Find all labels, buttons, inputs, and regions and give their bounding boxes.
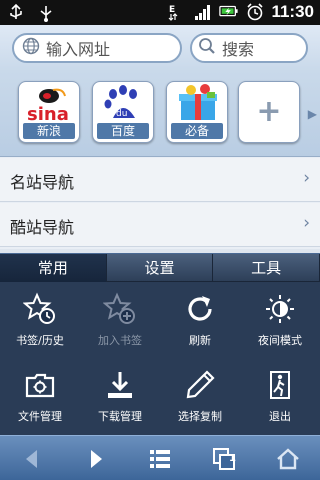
- tab-tools[interactable]: 工具: [213, 254, 320, 282]
- tab-settings[interactable]: 设置: [106, 254, 214, 282]
- nav-row-label: 酷站导航: [10, 218, 75, 237]
- menu-item-label: 文件管理: [18, 410, 62, 423]
- search-input[interactable]: 搜索: [190, 33, 308, 63]
- menu-item-bookmarks-history[interactable]: 书签/历史: [0, 284, 80, 354]
- menu-item-night-mode[interactable]: 夜间模式: [240, 284, 320, 354]
- menu-item-label: 书签/历史: [16, 334, 64, 347]
- globe-icon: [22, 37, 40, 59]
- home-button[interactable]: [256, 436, 320, 480]
- quick-link-label: 百度: [97, 123, 149, 139]
- screen: E 11:30 输入网址 搜索 sina 新浪 du 百度 必备 + ▶ 名站导…: [0, 0, 320, 480]
- quick-link-add[interactable]: +: [238, 81, 300, 143]
- baidu-paw-logo: du: [93, 82, 153, 126]
- clock-time: 11:30: [271, 2, 314, 21]
- options-menu: 常用 设置 工具 书签/历史 加入书签 刷新 夜间模式 文件管理 下载管理 选择…: [0, 253, 320, 435]
- svg-text:E: E: [169, 5, 175, 15]
- menu-item-label: 加入书签: [98, 334, 142, 347]
- quick-link-sina[interactable]: sina 新浪: [18, 81, 80, 143]
- search-row: 输入网址 搜索: [0, 25, 320, 71]
- menu-item-label: 退出: [269, 410, 291, 423]
- exit-icon: [270, 371, 290, 399]
- nav-row-cool-sites[interactable]: 酷站导航 ›: [0, 203, 320, 247]
- night-mode-icon: [266, 295, 294, 323]
- battery-icon: [219, 2, 239, 22]
- menu-item-label: 选择复制: [178, 410, 222, 423]
- back-button[interactable]: [0, 436, 64, 480]
- usb-debug-icon: [36, 3, 56, 23]
- pencil-icon: [186, 370, 215, 399]
- bookmark-history-icon: [22, 292, 55, 324]
- menu-item-add-bookmark[interactable]: 加入书签: [80, 284, 160, 354]
- home-icon: [277, 447, 299, 469]
- menu-item-file-manager[interactable]: 文件管理: [0, 360, 80, 430]
- quick-link-essentials[interactable]: 必备: [166, 81, 228, 143]
- menu-item-label: 夜间模式: [258, 334, 302, 347]
- menu-list-icon: [150, 449, 170, 468]
- quick-link-label: 新浪: [23, 123, 75, 139]
- menu-item-download-manager[interactable]: 下载管理: [80, 360, 160, 430]
- forward-button[interactable]: [64, 436, 128, 480]
- url-input[interactable]: 输入网址: [12, 33, 182, 63]
- signal-icon: [193, 2, 213, 22]
- forward-icon: [91, 449, 102, 468]
- window-count: 1: [229, 453, 236, 464]
- svg-text:sina: sina: [27, 104, 69, 125]
- sina-logo: sina: [19, 82, 79, 126]
- alarm-icon: [245, 2, 265, 22]
- quick-link-label: 必备: [171, 123, 223, 139]
- menu-button[interactable]: [128, 436, 192, 480]
- nav-row-label: 名站导航: [10, 173, 75, 192]
- gift-box-icon: [167, 82, 227, 126]
- svg-text:du: du: [116, 109, 127, 119]
- chevron-right-icon: ›: [303, 213, 310, 233]
- menu-item-exit[interactable]: 退出: [240, 360, 320, 430]
- search-icon: [198, 37, 216, 59]
- tab-common[interactable]: 常用: [0, 254, 107, 282]
- back-icon: [26, 449, 37, 468]
- url-placeholder: 输入网址: [46, 40, 111, 59]
- refresh-icon: [188, 296, 212, 321]
- menu-item-label: 下载管理: [98, 410, 142, 423]
- menu-tabs: 常用 设置 工具: [0, 254, 320, 282]
- status-bar: E 11:30: [0, 0, 320, 25]
- search-placeholder: 搜索: [222, 40, 255, 59]
- chevron-right-icon: ›: [303, 168, 310, 188]
- bottom-toolbar: 1: [0, 435, 320, 480]
- download-icon: [108, 372, 132, 398]
- menu-grid: 书签/历史 加入书签 刷新 夜间模式 文件管理 下载管理 选择复制 退出: [0, 284, 320, 436]
- add-bookmark-icon: [102, 292, 135, 324]
- windows-button[interactable]: 1: [192, 436, 256, 480]
- usb-icon: [6, 3, 26, 23]
- menu-item-label: 刷新: [189, 334, 211, 347]
- quick-link-baidu[interactable]: du 百度: [92, 81, 154, 143]
- folder-icon: [25, 373, 55, 398]
- quick-links-row: sina 新浪 du 百度 必备 + ▶: [0, 71, 320, 157]
- data-e-icon: E: [167, 2, 187, 22]
- menu-item-refresh[interactable]: 刷新: [160, 284, 240, 354]
- quick-links-next-icon[interactable]: ▶: [308, 107, 317, 121]
- menu-item-select-copy[interactable]: 选择复制: [160, 360, 240, 430]
- nav-row-famous-sites[interactable]: 名站导航 ›: [0, 158, 320, 202]
- plus-icon: +: [256, 94, 282, 129]
